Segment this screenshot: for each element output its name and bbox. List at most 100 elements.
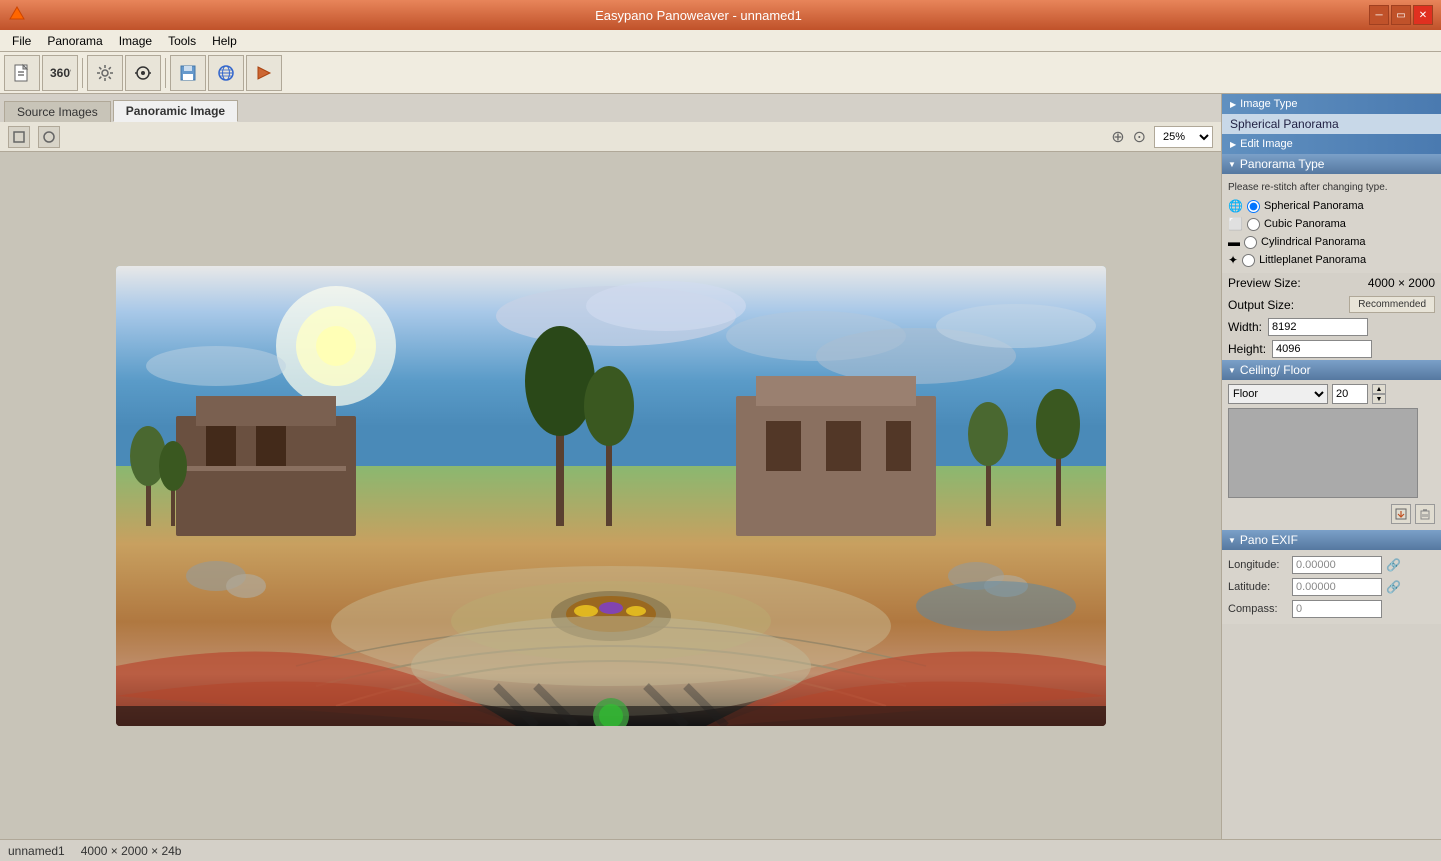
color-preview[interactable]: [1228, 408, 1418, 498]
minimize-button[interactable]: ─: [1369, 5, 1389, 25]
radio-spherical[interactable]: 🌐 Spherical Panorama: [1228, 197, 1435, 215]
panorama-type-content: Please re-stitch after changing type. 🌐 …: [1222, 174, 1441, 273]
triangle-down-exif: ▼: [1228, 536, 1236, 545]
status-filename: unnamed1: [8, 844, 65, 858]
latitude-label: Latitude:: [1228, 581, 1288, 593]
web-button[interactable]: [208, 55, 244, 91]
radio-cubic-label: Cubic Panorama: [1264, 218, 1346, 230]
delete-image-button[interactable]: [1415, 504, 1435, 524]
edit-image-section[interactable]: ▶ Edit Image: [1222, 134, 1441, 154]
toolbar-separator-2: [165, 58, 166, 88]
preview-size-label: Preview Size:: [1228, 276, 1301, 290]
ceiling-floor-row: Floor Ceiling ▲ ▼: [1228, 384, 1435, 404]
right-panel: ▶ Image Type Spherical Panorama ▶ Edit I…: [1221, 94, 1441, 839]
crosshair-icon: ⊕: [1111, 127, 1124, 147]
app-logo: [8, 5, 28, 25]
menu-bar: File Panorama Image Tools Help: [0, 30, 1441, 52]
toolbar: 360°: [0, 52, 1441, 94]
radio-cylindrical[interactable]: ▬ Cylindrical Panorama: [1228, 233, 1435, 251]
cylinder-icon: ▬: [1228, 235, 1240, 249]
close-button[interactable]: ✕: [1413, 5, 1433, 25]
latitude-input[interactable]: [1292, 578, 1382, 596]
view-button[interactable]: [125, 55, 161, 91]
triangle-icon: ▶: [1230, 100, 1236, 109]
spin-buttons: ▲ ▼: [1372, 384, 1386, 404]
image-action-buttons: [1228, 502, 1435, 526]
height-row: Height:: [1222, 338, 1441, 360]
height-input[interactable]: [1272, 340, 1372, 358]
status-bar: unnamed1 4000 × 2000 × 24b: [0, 839, 1441, 861]
radio-littleplanet[interactable]: ✦ Littleplanet Panorama: [1228, 251, 1435, 269]
settings-button[interactable]: [87, 55, 123, 91]
longitude-row: Longitude: 🔗: [1228, 554, 1435, 576]
tab-bar: Source Images Panoramic Image: [0, 94, 1221, 122]
tab-panoramic-image[interactable]: Panoramic Image: [113, 100, 238, 122]
svg-text:360°: 360°: [50, 66, 71, 80]
triangle-down-ceiling: ▼: [1228, 366, 1236, 375]
save-button[interactable]: [170, 55, 206, 91]
radio-littleplanet-input[interactable]: [1242, 254, 1255, 267]
image-view: ⊕ ⊙ 25% 50% 75% 100% Fit: [0, 122, 1221, 839]
recommended-button[interactable]: Recommended: [1349, 296, 1435, 313]
floor-value-input[interactable]: [1332, 384, 1368, 404]
output-size-label: Output Size:: [1228, 298, 1294, 312]
flat-view-button[interactable]: [8, 126, 30, 148]
window-controls: ─ ▭ ✕: [1369, 5, 1433, 25]
import-image-button[interactable]: [1391, 504, 1411, 524]
pano-exif-label: Pano EXIF: [1240, 533, 1298, 547]
ceiling-floor-header[interactable]: ▼ Ceiling/ Floor: [1222, 360, 1441, 380]
radio-cylindrical-input[interactable]: [1244, 236, 1257, 249]
menu-file[interactable]: File: [4, 32, 39, 50]
floor-select[interactable]: Floor Ceiling: [1228, 384, 1328, 404]
sphere-view-button[interactable]: [38, 126, 60, 148]
panorama-type-header[interactable]: ▼ Panorama Type: [1222, 154, 1441, 174]
zoom-select[interactable]: 25% 50% 75% 100% Fit: [1154, 126, 1213, 148]
radio-spherical-input[interactable]: [1247, 200, 1260, 213]
ceiling-floor-label: Ceiling/ Floor: [1240, 363, 1311, 377]
menu-tools[interactable]: Tools: [160, 32, 204, 50]
image-type-value: Spherical Panorama: [1222, 114, 1441, 134]
sphere-icon: 🌐: [1228, 199, 1243, 213]
status-dimensions: 4000 × 2000 × 24b: [81, 844, 182, 858]
width-label: Width:: [1228, 320, 1262, 334]
ceiling-floor-content: Floor Ceiling ▲ ▼: [1222, 380, 1441, 530]
longitude-link-icon[interactable]: 🔗: [1386, 558, 1401, 572]
compass-input[interactable]: [1292, 600, 1382, 618]
radio-cubic[interactable]: ⬜ Cubic Panorama: [1228, 215, 1435, 233]
compass-row: Compass:: [1228, 598, 1435, 620]
360-button[interactable]: 360°: [42, 55, 78, 91]
panoramic-image-container: [0, 152, 1221, 839]
menu-image[interactable]: Image: [111, 32, 160, 50]
panoramic-image[interactable]: [116, 266, 1106, 726]
compass-label: Compass:: [1228, 603, 1288, 615]
latitude-link-icon[interactable]: 🔗: [1386, 580, 1401, 594]
menu-panorama[interactable]: Panorama: [39, 32, 110, 50]
width-row: Width:: [1222, 316, 1441, 338]
radio-cubic-input[interactable]: [1247, 218, 1260, 231]
new-button[interactable]: [4, 55, 40, 91]
spin-up-button[interactable]: ▲: [1372, 384, 1386, 394]
restore-button[interactable]: ▭: [1391, 5, 1411, 25]
image-type-label: Image Type: [1240, 98, 1297, 110]
title-bar: Easypano Panoweaver - unnamed1 ─ ▭ ✕: [0, 0, 1441, 30]
publish-button[interactable]: [246, 55, 282, 91]
toolbar-separator-1: [82, 58, 83, 88]
radio-cylindrical-label: Cylindrical Panorama: [1261, 236, 1366, 248]
spin-down-button[interactable]: ▼: [1372, 394, 1386, 404]
triangle-icon-edit: ▶: [1230, 140, 1236, 149]
longitude-input[interactable]: [1292, 556, 1382, 574]
width-input[interactable]: [1268, 318, 1368, 336]
radio-littleplanet-label: Littleplanet Panorama: [1259, 254, 1366, 266]
longitude-label: Longitude:: [1228, 559, 1288, 571]
crosshair-icon2: ⊙: [1133, 127, 1146, 147]
latitude-row: Latitude: 🔗: [1228, 576, 1435, 598]
preview-size-value: 4000 × 2000: [1368, 276, 1435, 290]
image-toolbar: ⊕ ⊙ 25% 50% 75% 100% Fit: [0, 122, 1221, 152]
menu-help[interactable]: Help: [204, 32, 245, 50]
pano-exif-content: Longitude: 🔗 Latitude: 🔗 Compass:: [1222, 550, 1441, 624]
triangle-down-icon: ▼: [1228, 160, 1236, 169]
preview-size-row: Preview Size: 4000 × 2000: [1222, 273, 1441, 293]
pano-exif-header[interactable]: ▼ Pano EXIF: [1222, 530, 1441, 550]
content-area: Source Images Panoramic Image ⊕ ⊙: [0, 94, 1221, 839]
tab-source-images[interactable]: Source Images: [4, 101, 111, 122]
